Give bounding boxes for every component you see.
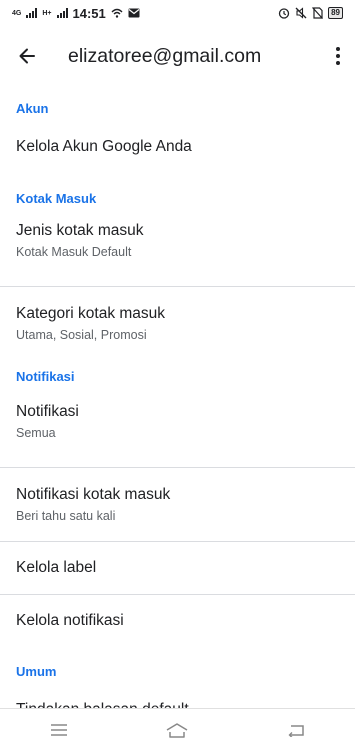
signal-icon-2 xyxy=(56,8,68,18)
alarm-icon xyxy=(278,8,290,19)
item-title: Kelola notifikasi xyxy=(16,612,124,629)
home-icon xyxy=(167,723,188,738)
more-options-button[interactable] xyxy=(321,30,355,82)
item-subtitle: Semua xyxy=(16,426,56,440)
item-title: Kelola Akun Google Anda xyxy=(16,138,192,155)
no-sim-icon xyxy=(312,7,324,19)
wifi-icon xyxy=(111,8,123,18)
menu-icon xyxy=(51,724,68,736)
item-title: Kategori kotak masuk xyxy=(16,305,166,322)
notifications-item[interactable]: Notifikasi Semua xyxy=(0,403,355,457)
status-bar-right: 89 xyxy=(278,7,343,19)
item-title: Kelola label xyxy=(16,559,97,576)
status-bar-left: 4G H+ 14:51 xyxy=(12,6,140,21)
arrow-back-icon xyxy=(19,48,35,64)
mail-icon xyxy=(128,8,140,18)
section-header-account: Akun xyxy=(16,101,49,116)
battery-icon: 89 xyxy=(328,7,343,19)
status-time: 14:51 xyxy=(72,5,106,21)
settings-list: Akun Kelola Akun Google Anda Kotak Masuk… xyxy=(0,82,355,737)
app-bar: elizatoree@gmail.com xyxy=(0,30,355,82)
status-bar: 4G H+ 14:51 89 xyxy=(0,0,355,26)
menu-button[interactable] xyxy=(29,709,89,751)
signal-icon xyxy=(26,8,38,18)
item-title: Jenis kotak masuk xyxy=(16,222,144,239)
section-header-notifications: Notifikasi xyxy=(16,369,75,384)
manage-notifications-item[interactable]: Kelola notifikasi xyxy=(0,595,355,647)
manage-labels-item[interactable]: Kelola label xyxy=(0,542,355,594)
back-nav-button[interactable] xyxy=(266,709,326,751)
section-header-general: Umum xyxy=(16,664,57,679)
page-title: elizatoree@gmail.com xyxy=(68,44,262,67)
item-subtitle: Utama, Sosial, Promosi xyxy=(16,328,147,342)
item-title: Notifikasi kotak masuk xyxy=(16,486,171,503)
section-header-inbox: Kotak Masuk xyxy=(16,191,97,206)
system-nav-bar xyxy=(0,708,355,751)
network-type-4g: 4G xyxy=(12,9,22,17)
inbox-notifications-item[interactable]: Notifikasi kotak masuk Beri tahu satu ka… xyxy=(0,468,355,541)
inbox-type-item[interactable]: Jenis kotak masuk Kotak Masuk Default xyxy=(0,222,355,276)
inbox-categories-item[interactable]: Kategori kotak masuk Utama, Sosial, Prom… xyxy=(0,287,355,359)
home-button[interactable] xyxy=(147,709,207,751)
manage-google-account-item[interactable]: Kelola Akun Google Anda xyxy=(0,136,355,176)
network-type-hplus: H+ xyxy=(42,9,52,17)
item-subtitle: Kotak Masuk Default xyxy=(16,245,132,259)
back-icon xyxy=(288,725,304,737)
more-vert-icon xyxy=(336,47,340,65)
back-button[interactable] xyxy=(0,30,54,82)
mute-icon xyxy=(295,7,307,19)
item-subtitle: Beri tahu satu kali xyxy=(16,509,116,523)
item-title: Notifikasi xyxy=(16,403,79,420)
